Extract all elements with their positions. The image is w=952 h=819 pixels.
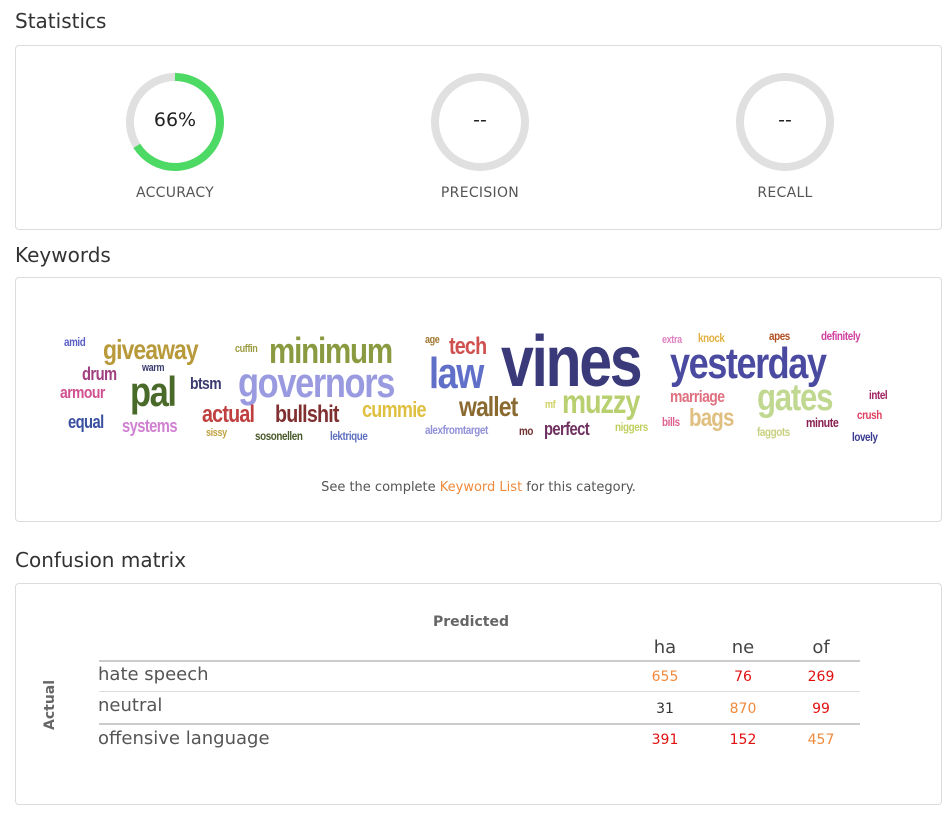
matrix-cell: 76 — [734, 669, 752, 685]
keyword-crush: crush — [857, 408, 882, 422]
keyword-law: law — [429, 349, 484, 398]
row-label-offensive-language: offensive language — [98, 728, 270, 749]
recall-label: RECALL — [757, 185, 813, 201]
accuracy-stat: 66% ACCURACY — [105, 70, 245, 201]
precision-value: -- — [473, 109, 487, 131]
keyword-sosonellen: sosonellen — [255, 429, 303, 443]
matrix-cell: 152 — [729, 732, 757, 748]
row-divider — [99, 691, 860, 692]
confusion-matrix-panel: Predicted Actual ha ne of hate speech 65… — [15, 583, 942, 805]
keyword-cummie: cummie — [362, 397, 427, 422]
matrix-cell: 655 — [651, 669, 679, 685]
matrix-cell: 391 — [651, 732, 679, 748]
keyword-bills: bills — [662, 415, 680, 429]
row-divider — [99, 723, 860, 725]
keyword-mo: mo — [519, 424, 533, 438]
keyword-list-note: See the complete Keyword List for this c… — [16, 480, 941, 495]
keyword-marriage: marriage — [670, 387, 725, 406]
header-divider — [99, 660, 860, 662]
keyword-muzzy: muzzy — [562, 383, 640, 420]
keyword-equal: equal — [68, 412, 104, 432]
recall-value: -- — [778, 109, 792, 131]
keyword-actual: actual — [202, 401, 255, 428]
actual-axis-label: Actual — [42, 679, 58, 730]
confusion-matrix-title: Confusion matrix — [15, 548, 187, 572]
keyword-definitely: definitely — [821, 329, 861, 343]
keyword-mf: mf — [545, 399, 556, 411]
matrix-cell: 457 — [807, 732, 835, 748]
accuracy-value: 66% — [153, 109, 197, 131]
keyword-cloud: amid giveaway warm cuffin minimum age tech vine… — [16, 278, 941, 468]
precision-stat: -- PRECISION — [410, 70, 550, 201]
statistics-title: Statistics — [15, 9, 107, 33]
keyword-niggers: niggers — [615, 420, 648, 434]
keyword-sissy: sissy — [206, 427, 227, 439]
statistics-panel: 66% ACCURACY -- PRECISION -- RECALL — [15, 45, 942, 230]
keywords-title: Keywords — [15, 243, 111, 267]
matrix-cell: 870 — [729, 701, 757, 717]
keyword-systems: systems — [122, 416, 178, 436]
keyword-drum: drum — [82, 364, 117, 384]
row-label-neutral: neutral — [98, 695, 163, 716]
keyword-faggots: faggots — [757, 425, 790, 439]
keyword-alexfromtarget: alexfromtarget — [425, 423, 488, 437]
keyword-bags: bags — [689, 404, 734, 432]
column-header-of: of — [812, 637, 830, 658]
keyword-lovely: lovely — [852, 430, 878, 444]
matrix-cell: 31 — [656, 701, 674, 717]
matrix-cell: 99 — [812, 701, 830, 717]
keyword-amid: amid — [64, 335, 86, 349]
keyword-intel: intel — [869, 388, 888, 402]
keyword-armour: armour — [60, 383, 105, 402]
precision-label: PRECISION — [440, 185, 520, 201]
keyword-giveaway: giveaway — [103, 334, 199, 365]
keyword-note-after: for this category. — [522, 480, 636, 495]
matrix-cell: 269 — [807, 669, 835, 685]
keyword-wallet: wallet — [459, 391, 518, 422]
keyword-list-link[interactable]: Keyword List — [440, 480, 522, 495]
keyword-btsm: btsm — [190, 374, 222, 393]
keyword-pal: pal — [130, 368, 177, 415]
keyword-minute: minute — [806, 415, 839, 430]
keyword-cuffin: cuffin — [235, 343, 258, 355]
column-header-ne: ne — [731, 637, 755, 658]
keyword-bullshit: bullshit — [275, 401, 339, 428]
keywords-panel: amid giveaway warm cuffin minimum age tech vine… — [15, 277, 942, 522]
keyword-note-before: See the complete — [321, 480, 440, 495]
keyword-gates: gates — [757, 377, 833, 419]
predicted-axis-label: Predicted — [433, 614, 509, 630]
column-header-ha: ha — [653, 637, 677, 658]
keyword-age: age — [425, 334, 440, 346]
keyword-lektrique: lektrique — [330, 429, 368, 443]
row-label-hate-speech: hate speech — [98, 664, 209, 685]
recall-stat: -- RECALL — [715, 70, 855, 201]
keyword-perfect: perfect — [544, 419, 590, 439]
accuracy-label: ACCURACY — [135, 185, 215, 201]
